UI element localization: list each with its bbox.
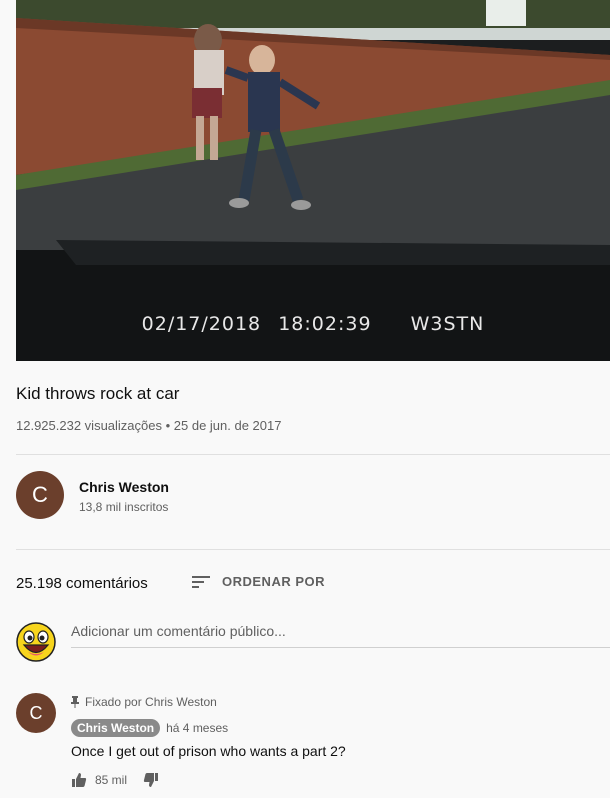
sort-button[interactable]: ORDENAR POR (192, 574, 325, 589)
video-player[interactable]: 02/17/2018 18:02:39 W3STN (16, 0, 610, 361)
comment-actions: 85 mil (71, 772, 159, 788)
video-thumbnail (16, 0, 610, 361)
pinned-label: Fixado por Chris Weston (71, 695, 217, 709)
pinned-text: Fixado por Chris Weston (85, 695, 217, 709)
overlay-date: 02/17/2018 (141, 313, 262, 335)
sort-label: ORDENAR POR (222, 574, 326, 589)
comment-author-avatar[interactable]: C (16, 693, 56, 733)
comment-author-row: Chris Weston há 4 meses (71, 719, 228, 737)
thumbs-down-icon[interactable] (143, 772, 159, 788)
video-meta: 12.925.232 visualizações • 25 de jun. de… (16, 418, 282, 433)
divider (16, 454, 610, 455)
like-count: 85 mil (95, 773, 128, 787)
video-title: Kid throws rock at car (16, 384, 180, 403)
channel-name[interactable]: Chris Weston (79, 479, 169, 495)
pin-icon (71, 696, 79, 708)
comment-author-name[interactable]: Chris Weston (71, 719, 161, 737)
sort-icon (192, 575, 210, 588)
dashcam-overlay: 02/17/2018 18:02:39 W3STN (16, 313, 610, 335)
channel-avatar-letter: C (32, 482, 48, 507)
thumbs-up-icon[interactable] (71, 772, 87, 788)
comment-text: Once I get out of prison who wants a par… (71, 743, 346, 759)
divider (16, 549, 610, 550)
comment-count: 25.198 comentários (16, 575, 148, 592)
channel-avatar[interactable]: C (16, 471, 64, 519)
subscriber-count: 13,8 mil inscritos (79, 500, 169, 514)
comment-avatar-letter: C (29, 702, 43, 723)
add-comment-input[interactable]: Adicionar um comentário público... (71, 623, 610, 648)
overlay-tag: W3STN (410, 313, 485, 335)
overlay-time: 18:02:39 (278, 313, 372, 335)
comment-time[interactable]: há 4 meses (166, 721, 228, 735)
user-avatar-icon (16, 622, 56, 662)
